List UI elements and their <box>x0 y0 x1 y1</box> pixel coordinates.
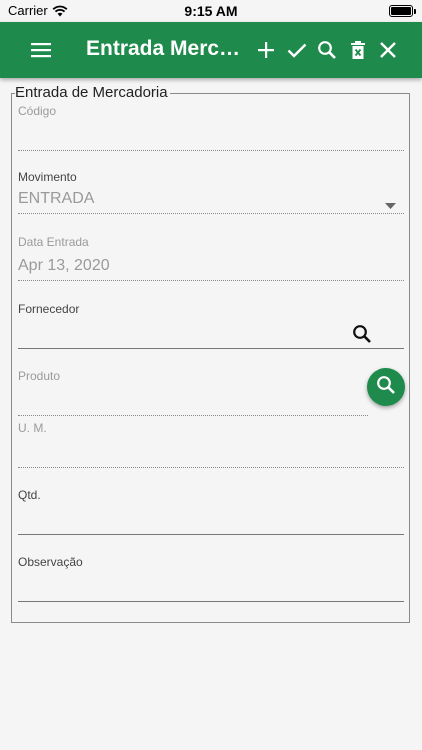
clock: 9:15 AM <box>184 3 238 19</box>
battery-icon <box>389 5 413 17</box>
observacao-label: Observação <box>18 555 83 569</box>
page-title: Entrada Mercadoria <box>86 37 250 60</box>
produto-search-button[interactable] <box>367 368 405 406</box>
search-icon <box>376 375 396 400</box>
fornecedor-field[interactable]: Fornecedor <box>18 300 404 350</box>
movimento-value: ENTRADA <box>18 190 95 207</box>
data-entrada-value: Apr 13, 2020 <box>18 257 110 274</box>
menu-icon[interactable] <box>27 36 55 64</box>
data-entrada-label: Data Entrada <box>18 235 89 249</box>
produto-field[interactable]: Produto <box>18 367 368 417</box>
fornecedor-search-icon[interactable] <box>352 324 372 349</box>
fornecedor-label: Fornecedor <box>18 302 80 316</box>
close-icon[interactable] <box>374 36 402 64</box>
qtd-field[interactable]: Qtd. <box>18 486 404 536</box>
status-bar: Carrier 9:15 AM <box>0 0 422 22</box>
add-icon[interactable] <box>252 36 280 64</box>
check-icon[interactable] <box>283 36 311 64</box>
app-bar: Entrada Mercadoria <box>0 22 422 78</box>
dropdown-arrow-icon <box>385 196 396 214</box>
qtd-label: Qtd. <box>18 488 41 502</box>
movimento-select[interactable]: Movimento ENTRADA <box>18 168 404 216</box>
produto-label: Produto <box>18 369 61 383</box>
codigo-label: Código <box>18 104 57 118</box>
observacao-field[interactable]: Observação <box>18 553 404 603</box>
form-legend: Entrada de Mercadoria <box>15 84 170 101</box>
delete-icon[interactable] <box>344 36 372 64</box>
um-label: U. M. <box>18 421 47 435</box>
data-entrada-field[interactable]: Data Entrada Apr 13, 2020 <box>18 233 404 283</box>
movimento-label: Movimento <box>18 170 77 184</box>
codigo-field[interactable]: Código <box>18 102 404 152</box>
search-icon[interactable] <box>313 36 341 64</box>
um-field[interactable]: U. M. <box>18 419 404 469</box>
